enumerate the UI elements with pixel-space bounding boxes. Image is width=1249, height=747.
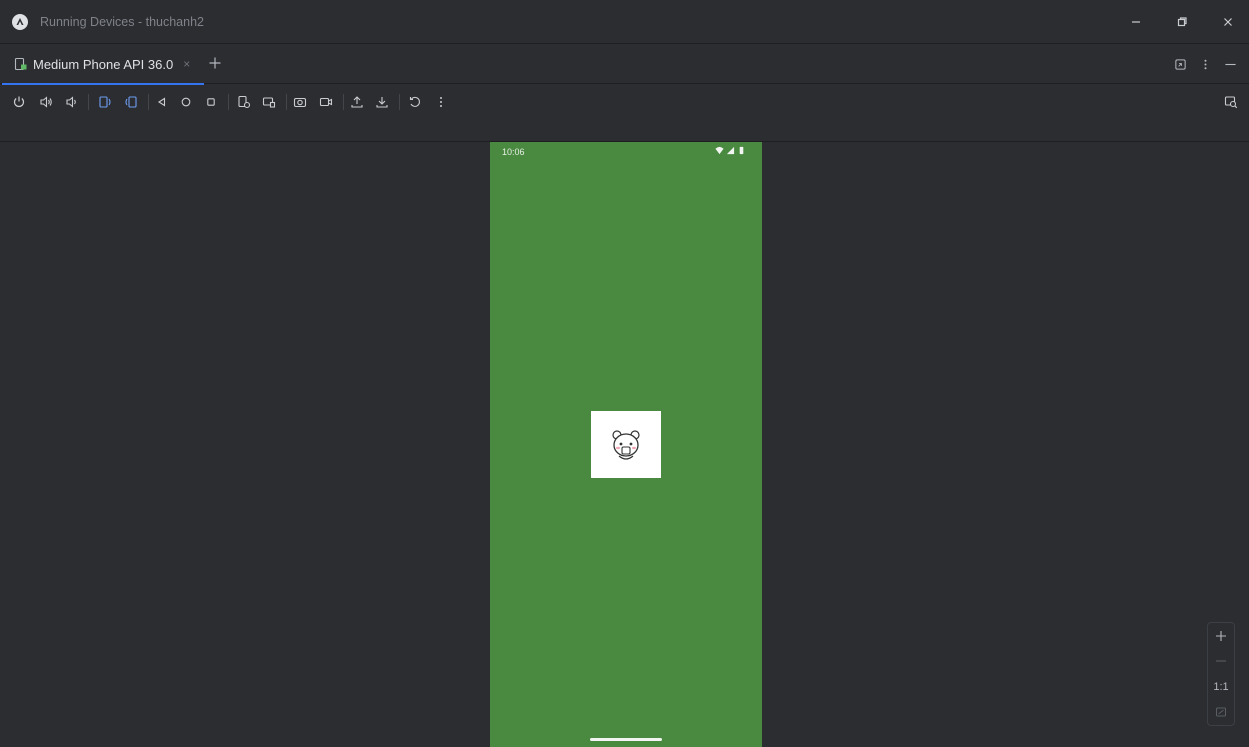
toolbar-separator xyxy=(228,94,229,110)
restore-window-button[interactable] xyxy=(1172,12,1192,32)
download-icon[interactable] xyxy=(373,93,391,111)
more-options-icon[interactable] xyxy=(432,93,450,111)
layout-inspector-icon[interactable] xyxy=(1222,93,1240,111)
tab-medium-phone[interactable]: Medium Phone API 36.0 × xyxy=(0,44,204,85)
back-icon[interactable] xyxy=(153,93,171,111)
android-studio-logo-icon xyxy=(12,14,28,30)
cartoon-bear-image xyxy=(612,429,640,460)
app-image-view xyxy=(591,411,661,478)
gesture-home-bar[interactable] xyxy=(590,738,662,741)
rotate-left-icon[interactable] xyxy=(96,93,114,111)
more-tab-options-icon[interactable] xyxy=(1196,55,1214,73)
device-toolbar xyxy=(0,84,1249,120)
upload-icon[interactable] xyxy=(348,93,366,111)
add-device-tab-button[interactable] xyxy=(206,54,224,72)
window-options-icon[interactable] xyxy=(1171,55,1189,73)
volume-down-icon[interactable] xyxy=(62,93,80,111)
screenshot-icon[interactable] xyxy=(291,93,309,111)
minimize-window-button[interactable] xyxy=(1126,12,1146,32)
signal-icon xyxy=(726,146,735,155)
wifi-icon xyxy=(715,146,724,155)
zoom-in-button[interactable] xyxy=(1208,625,1234,647)
toolbar-separator xyxy=(286,94,287,110)
title-bar: Running Devices - thuchanh2 xyxy=(0,0,1249,44)
volume-up-icon[interactable] xyxy=(37,93,55,111)
running-devices-window: Running Devices - thuchanh2 Medium Phone… xyxy=(0,0,1249,747)
power-icon[interactable] xyxy=(10,93,28,111)
zoom-out-button[interactable] xyxy=(1208,650,1234,672)
device-frame-icon[interactable] xyxy=(260,93,278,111)
tab-label: Medium Phone API 36.0 xyxy=(33,56,174,72)
zoom-controls: 1:1 xyxy=(1207,622,1235,726)
window-title: Running Devices - thuchanh2 xyxy=(40,15,204,29)
zoom-to-fit-icon[interactable] xyxy=(1208,701,1234,723)
battery-icon xyxy=(739,146,744,155)
toolbar-separator xyxy=(88,94,89,110)
status-bar-time: 10:06 xyxy=(502,147,525,157)
hide-panel-icon[interactable] xyxy=(1221,55,1239,73)
device-tab-bar: Medium Phone API 36.0 × xyxy=(0,44,1249,85)
close-window-button[interactable] xyxy=(1218,12,1238,32)
toolbar-separator xyxy=(399,94,400,110)
emulator-screen[interactable]: 10:06 xyxy=(490,142,762,747)
toolbar-separator xyxy=(148,94,149,110)
rotate-right-icon[interactable] xyxy=(122,93,140,111)
device-snapshot-icon[interactable] xyxy=(235,93,253,111)
toolbar-separator xyxy=(343,94,344,110)
device-icon xyxy=(14,57,27,71)
home-icon[interactable] xyxy=(177,93,195,111)
restore-icon[interactable] xyxy=(406,93,424,111)
overview-icon[interactable] xyxy=(202,93,220,111)
tab-close-button[interactable]: × xyxy=(183,57,190,71)
screen-record-icon[interactable] xyxy=(317,93,335,111)
actual-size-button[interactable]: 1:1 xyxy=(1208,676,1234,698)
status-bar-icons xyxy=(715,146,746,155)
